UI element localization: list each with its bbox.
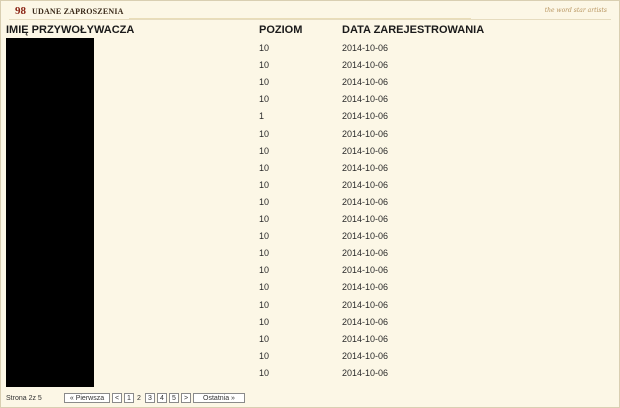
first-page-button[interactable]: « Pierwsza — [64, 393, 110, 403]
level-cell: 10 — [259, 350, 270, 361]
pagination: Strona 2z 5 « Pierwsza < 1 2 3 4 5 > Ost… — [6, 393, 306, 405]
date-cell: 2014-10-06 — [342, 162, 389, 173]
page-button-3[interactable]: 3 — [145, 393, 155, 403]
level-cell: 10 — [259, 316, 270, 327]
date-cell: 2014-10-06 — [342, 248, 389, 259]
column-header-level: POZIOM — [259, 24, 303, 36]
level-cell: 10 — [259, 214, 270, 224]
level-cell: 10 — [259, 145, 270, 156]
redacted-names-block — [6, 38, 94, 387]
date-cell: 2014-10-06 — [342, 350, 389, 361]
level-cell: 10 — [259, 196, 270, 207]
level-cell: 10 — [259, 333, 270, 344]
page-button-5[interactable]: 5 — [169, 393, 179, 403]
prev-page-button[interactable]: < — [112, 393, 122, 403]
header-decoration: the word star artists — [544, 7, 607, 14]
date-cell: 2014-10-06 — [342, 316, 389, 327]
date-cell: 2014-10-06 — [342, 265, 389, 276]
invites-count: 98 — [15, 5, 26, 17]
next-page-button[interactable]: > — [181, 393, 191, 403]
level-cell: 10 — [259, 248, 270, 259]
level-cell: 10 — [259, 231, 270, 242]
level-cell: 10 — [259, 299, 270, 310]
date-cell: 2014-10-06 — [342, 145, 389, 156]
level-cell: 10 — [259, 282, 270, 293]
date-cell: 2014-10-06 — [342, 60, 389, 71]
level-cell: 10 — [259, 77, 270, 88]
date-cell: 2014-10-06 — [342, 77, 389, 88]
level-cell: 10 — [259, 60, 270, 71]
date-cell: 2014-10-06 — [342, 128, 389, 139]
current-page: 2 — [137, 395, 141, 402]
level-cell: 10 — [259, 128, 270, 139]
page-indicator: Strona 2z 5 — [6, 395, 42, 402]
date-cell: 2014-10-06 — [342, 282, 389, 293]
level-cell: 10 — [259, 94, 270, 105]
level-cell: 10 — [259, 367, 270, 378]
page-button-4[interactable]: 4 — [157, 393, 167, 403]
date-cell: 2014-10-06 — [342, 231, 389, 242]
last-page-button[interactable]: Ostatnia » — [193, 393, 245, 403]
level-cell: 10 — [259, 265, 270, 276]
header-divider — [129, 18, 471, 19]
date-cell: 2014-10-06 — [342, 43, 389, 53]
column-header-summoner-name: IMIĘ PRZYWOŁYWACZA — [6, 24, 135, 36]
date-cell: 2014-10-06 — [342, 299, 389, 310]
date-cell: 2014-10-06 — [342, 111, 389, 122]
date-cell: 2014-10-06 — [342, 179, 389, 190]
date-cell: 2014-10-06 — [342, 196, 389, 207]
level-cell: 10 — [259, 43, 270, 53]
date-cell: 2014-10-06 — [342, 333, 389, 344]
panel-header: 98 UDANE ZAPROSZENIA the word star artis… — [9, 3, 611, 20]
level-cell: 10 — [259, 162, 270, 173]
page-button-1[interactable]: 1 — [124, 393, 134, 403]
invites-panel: 98 UDANE ZAPROSZENIA the word star artis… — [0, 0, 620, 408]
panel-title: UDANE ZAPROSZENIA — [32, 7, 124, 16]
date-cell: 2014-10-06 — [342, 214, 389, 224]
level-cell: 1 — [259, 111, 265, 122]
column-header-registration-date: DATA ZAREJESTROWANIA — [342, 24, 485, 36]
level-cell: 10 — [259, 179, 270, 190]
date-cell: 2014-10-06 — [342, 94, 389, 105]
date-cell: 2014-10-06 — [342, 367, 389, 378]
